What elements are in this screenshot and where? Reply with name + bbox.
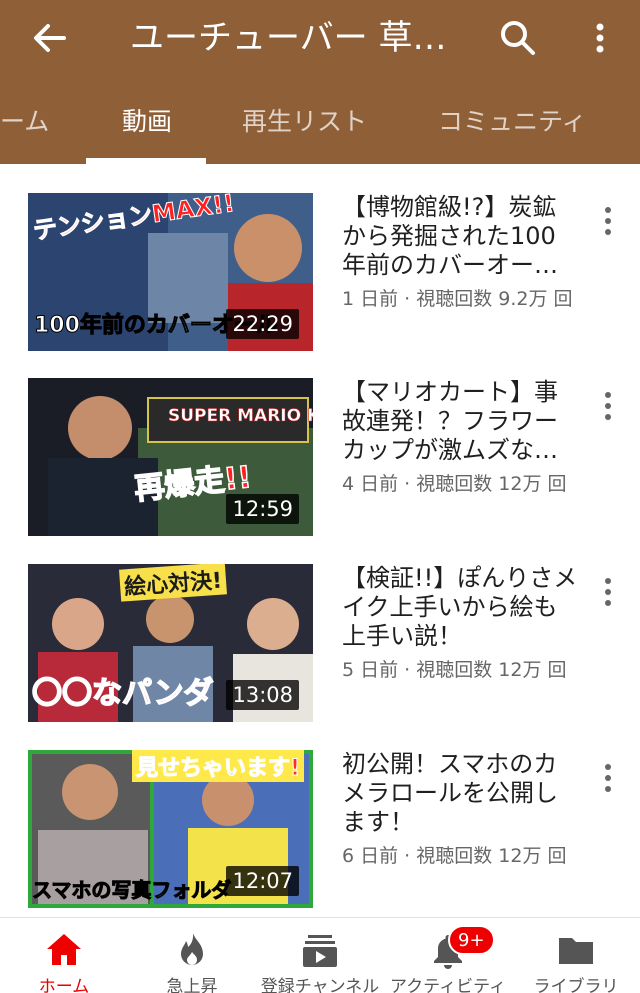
bottom-navigation: ホーム 急上昇 登録チャンネル アクティビティ ライブラリ	[0, 917, 640, 993]
video-item[interactable]: SUPER MARIO KART 再爆走!! 12:59 【マリオカート】事故連…	[0, 378, 640, 538]
folder-icon	[556, 930, 596, 970]
fire-icon	[172, 930, 212, 970]
app-bar: ユーチューバー 草… ーム 動画 再生リスト コミュニティ	[0, 0, 640, 164]
video-duration: 22:29	[226, 309, 299, 339]
nav-library[interactable]: ライブラリ	[512, 918, 640, 993]
more-vert-icon[interactable]	[597, 388, 619, 424]
thumbnail-caption-top: 見せちゃいます!	[132, 750, 305, 782]
active-tab-indicator	[86, 158, 206, 164]
video-thumbnail[interactable]: SUPER MARIO KART 再爆走!! 12:59	[28, 378, 313, 536]
video-title[interactable]: 【検証!!】ぽんりさメイク上手いから絵も上手い説！	[342, 564, 578, 651]
nav-subscriptions[interactable]: 登録チャンネル	[256, 918, 384, 993]
tab-home[interactable]: ーム	[0, 90, 49, 164]
tab-videos[interactable]: 動画	[122, 90, 172, 164]
video-title[interactable]: 【マリオカート】事故連発！？フラワーカップが激ムズな…	[342, 378, 578, 465]
tab-playlists[interactable]: 再生リスト	[242, 90, 367, 164]
more-vert-icon[interactable]	[597, 203, 619, 239]
video-meta: 5 日前 · 視聴回数 12万 回	[342, 659, 567, 681]
notification-badge: 9+	[448, 925, 495, 955]
video-thumbnail[interactable]: テンションMAX!! 100年前のカバーオール 22:29	[28, 193, 313, 351]
video-duration: 13:08	[226, 680, 299, 710]
video-meta: 6 日前 · 視聴回数 12万 回	[342, 845, 567, 867]
nav-label: アクティビティ	[389, 977, 507, 993]
nav-activity[interactable]: アクティビティ	[384, 918, 512, 993]
home-icon	[44, 930, 84, 970]
nav-label: ライブラリ	[533, 977, 619, 993]
video-thumbnail[interactable]: 絵心対決! 〇〇なパンダ 13:08	[28, 564, 313, 722]
nav-label: 登録チャンネル	[260, 977, 380, 993]
video-thumbnail[interactable]: 見せちゃいます! スマホの写真フォルダ 12:07	[28, 750, 313, 908]
nav-home[interactable]: ホーム	[0, 918, 128, 993]
more-vert-icon[interactable]	[590, 18, 610, 58]
nav-trending[interactable]: 急上昇	[128, 918, 256, 993]
search-icon[interactable]	[498, 18, 538, 58]
video-duration: 12:07	[226, 866, 299, 896]
back-arrow-icon[interactable]	[30, 20, 70, 56]
subscriptions-icon	[300, 930, 340, 970]
video-item[interactable]: テンションMAX!! 100年前のカバーオール 22:29 【博物館級!?】炭鉱…	[0, 193, 640, 353]
thumbnail-caption-bottom: 〇〇なパンダ	[31, 675, 214, 712]
thumbnail-caption-bottom: スマホの写真フォルダ	[31, 878, 232, 903]
video-title[interactable]: 初公開！スマホのカメラロールを公開します！	[342, 750, 578, 837]
video-title[interactable]: 【博物館級!?】炭鉱から発掘された100年前のカバーオー…	[342, 193, 578, 280]
video-meta: 1 日前 · 視聴回数 9.2万 回	[342, 288, 573, 310]
more-vert-icon[interactable]	[597, 574, 619, 610]
video-item[interactable]: 見せちゃいます! スマホの写真フォルダ 12:07 初公開！スマホのカメラロール…	[0, 750, 640, 910]
channel-tabs: ーム 動画 再生リスト コミュニティ	[0, 90, 640, 164]
nav-label: 急上昇	[166, 977, 218, 993]
more-vert-icon[interactable]	[597, 760, 619, 796]
video-duration: 12:59	[226, 494, 299, 524]
video-item[interactable]: 絵心対決! 〇〇なパンダ 13:08 【検証!!】ぽんりさメイク上手いから絵も上…	[0, 564, 640, 724]
channel-title: ユーチューバー 草…	[130, 18, 447, 58]
tab-community[interactable]: コミュニティ	[438, 90, 587, 164]
video-meta: 4 日前 · 視聴回数 12万 回	[342, 473, 567, 495]
thumbnail-caption-top: SUPER MARIO KART	[168, 406, 313, 427]
